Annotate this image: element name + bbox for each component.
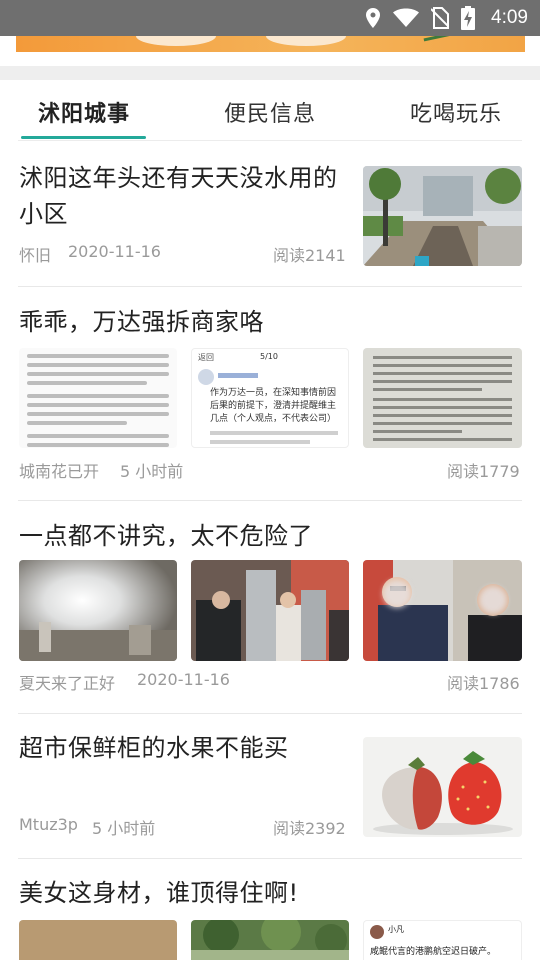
article-image[interactable] [191, 920, 349, 960]
article-title[interactable]: 美女这身材，谁顶得住啊! [19, 875, 299, 911]
page-counter: 5/10 [260, 352, 278, 361]
banner-image[interactable] [16, 36, 525, 52]
clock-time: 4:09 [491, 7, 528, 28]
article-image[interactable] [191, 560, 349, 661]
article-date: 2020-11-16 [137, 670, 230, 689]
article-image[interactable] [19, 920, 177, 960]
tab-shuyang-news[interactable]: 沭阳城事 [38, 96, 130, 128]
image-username: 小凡 [388, 925, 404, 934]
article-title[interactable]: 超市保鲜柜的水果不能买 [19, 730, 289, 766]
article-author: 怀旧 [19, 246, 52, 265]
article-image[interactable]: 小凡 咸鲲代言的港鹏航空迟日破产。 [363, 920, 522, 960]
article-reads: 阅读2141 [273, 246, 346, 265]
divider [18, 140, 522, 141]
article-image[interactable]: 返回 5/10 作为万达一员，在深知事情前因后果的前提下，澄清并提醒维主几点（个… [191, 348, 349, 448]
article-date: 2020-11-16 [68, 242, 161, 261]
section-gap [0, 66, 540, 80]
article-reads: 阅读1786 [447, 674, 520, 693]
avatar [198, 369, 214, 385]
divider [18, 858, 522, 859]
image-caption: 作为万达一员，在深知事情前因后果的前提下，澄清并提醒维主几点（个人观点，不代表公… [210, 388, 337, 424]
wifi-icon [393, 8, 420, 28]
article-author: 夏天来了正好 [19, 674, 116, 693]
status-bar: 4:09 [0, 0, 540, 36]
article-thumbnail[interactable] [363, 166, 522, 266]
active-tab-indicator [21, 136, 146, 139]
article-title[interactable]: 乖乖，万达强拆商家咯 [19, 304, 264, 340]
battery-charging-icon [461, 6, 476, 30]
tab-food-fun[interactable]: 吃喝玩乐 [410, 96, 502, 128]
article-image[interactable] [19, 348, 177, 448]
location-icon [365, 7, 381, 29]
avatar [370, 925, 384, 939]
tab-convenience-info[interactable]: 便民信息 [224, 96, 316, 128]
image-caption: 咸鲲代言的港鹏航空迟日破产。 [370, 947, 497, 957]
article-date: 5 小时前 [92, 819, 156, 838]
article-image[interactable] [19, 560, 177, 661]
back-link: 返回 [198, 353, 214, 362]
divider [18, 286, 522, 287]
divider [18, 713, 522, 714]
article-image[interactable] [363, 560, 522, 661]
article-date: 5 小时前 [120, 462, 184, 481]
article-image[interactable] [363, 348, 522, 448]
category-tabs: 沭阳城事 便民信息 吃喝玩乐 [0, 80, 540, 140]
article-reads: 阅读1779 [447, 462, 520, 481]
article-author: 城南花已开 [19, 462, 100, 481]
article-title[interactable]: 沭阳这年头还有天天没水用的小区 [19, 160, 349, 232]
article-title[interactable]: 一点都不讲究，太不危险了 [19, 518, 313, 554]
article-author: Mtuz3p [19, 815, 78, 834]
article-thumbnail[interactable] [363, 737, 522, 837]
article-reads: 阅读2392 [273, 819, 346, 838]
no-sim-icon [431, 7, 450, 29]
divider [18, 500, 522, 501]
